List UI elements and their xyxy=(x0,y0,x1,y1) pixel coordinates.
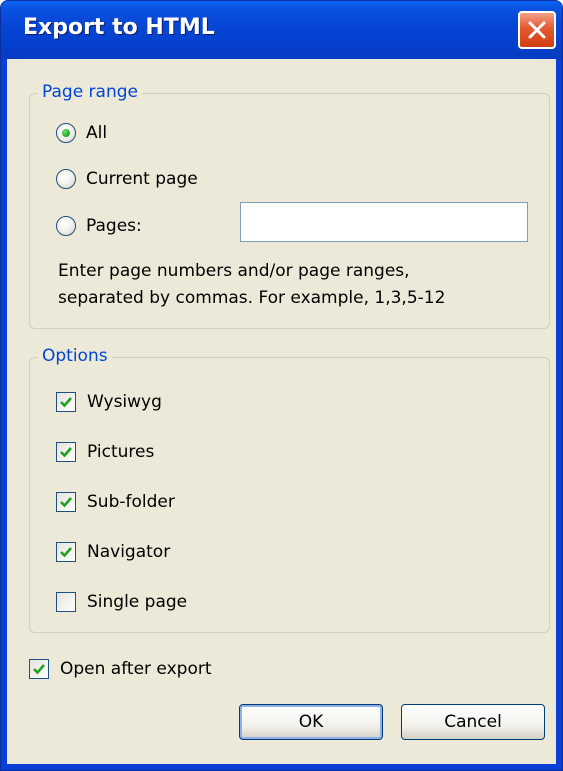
cancel-button[interactable]: Cancel xyxy=(401,704,545,740)
single-page-checkbox[interactable] xyxy=(56,592,76,612)
sub-folder-checkbox[interactable] xyxy=(56,492,76,512)
pages-input[interactable] xyxy=(240,202,528,242)
page-range-hint: Enter page numbers and/or page ranges, s… xyxy=(58,261,446,308)
wysiwyg-label: Wysiwyg xyxy=(87,392,162,412)
sub-folder-label: Sub-folder xyxy=(87,492,175,512)
option-pictures[interactable]: Pictures xyxy=(56,440,154,464)
option-navigator[interactable]: Navigator xyxy=(56,540,170,564)
page-range-group-label: Page range xyxy=(38,82,142,102)
radio-pages-label: Pages: xyxy=(86,216,142,236)
wysiwyg-checkbox[interactable] xyxy=(56,392,76,412)
page-range-group: Page range All Current page Pages: Enter… xyxy=(29,82,550,329)
check-mark-icon xyxy=(33,664,45,675)
option-sub-folder[interactable]: Sub-folder xyxy=(56,490,175,514)
option-single-page[interactable]: Single page xyxy=(56,590,187,614)
check-mark-icon xyxy=(60,397,72,408)
ok-button[interactable]: OK xyxy=(239,704,383,740)
navigator-checkbox[interactable] xyxy=(56,542,76,562)
navigator-label: Navigator xyxy=(87,542,171,562)
dialog-title: Export to HTML xyxy=(23,15,215,40)
close-button[interactable] xyxy=(518,11,556,49)
pictures-label: Pictures xyxy=(87,442,155,462)
radio-current-page-button[interactable] xyxy=(56,169,76,189)
option-wysiwyg[interactable]: Wysiwyg xyxy=(56,390,162,414)
radio-current-page-label: Current page xyxy=(86,169,198,189)
open-after-export-checkbox[interactable] xyxy=(29,659,49,679)
radio-current-page[interactable]: Current page xyxy=(56,167,198,191)
open-after-export[interactable]: Open after export xyxy=(29,657,212,681)
radio-pages-button[interactable] xyxy=(56,216,76,236)
options-group: Options Wysiwyg Pictures Sub-folder Navi… xyxy=(29,346,550,633)
radio-pages[interactable]: Pages: xyxy=(56,214,142,238)
single-page-label: Single page xyxy=(87,592,188,612)
check-mark-icon xyxy=(60,447,72,458)
options-group-label: Options xyxy=(38,346,112,366)
open-after-export-label: Open after export xyxy=(60,659,212,679)
check-mark-icon xyxy=(60,547,72,558)
radio-selected-dot xyxy=(62,129,70,137)
close-icon xyxy=(528,21,546,39)
radio-all-button[interactable] xyxy=(56,123,76,143)
export-dialog: Export to HTML Page range All Current pa… xyxy=(0,0,563,771)
title-bar[interactable]: Export to HTML xyxy=(1,1,562,59)
check-mark-icon xyxy=(60,497,72,508)
pictures-checkbox[interactable] xyxy=(56,442,76,462)
dialog-body: Page range All Current page Pages: Enter… xyxy=(7,59,556,764)
radio-all-label: All xyxy=(86,123,108,143)
radio-all[interactable]: All xyxy=(56,121,107,145)
